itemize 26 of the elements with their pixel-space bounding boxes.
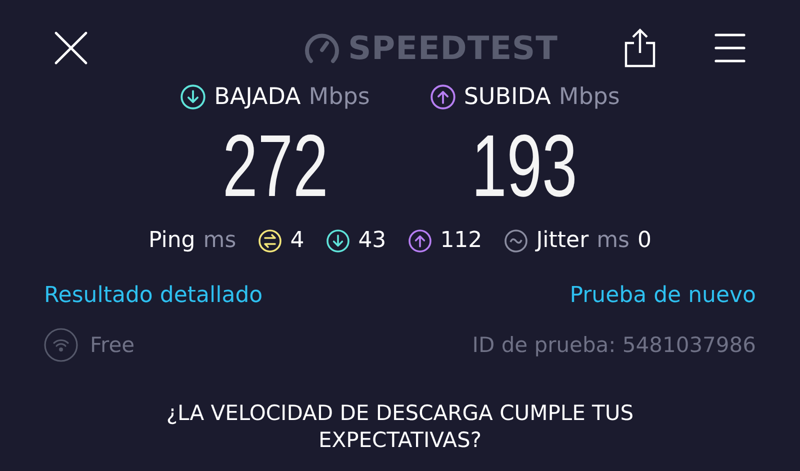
result-label: SUBIDA bbox=[464, 84, 551, 110]
jitter-value: 0 bbox=[638, 228, 652, 253]
share-icon[interactable] bbox=[624, 28, 656, 68]
close-icon[interactable] bbox=[54, 31, 88, 65]
test-id: ID de prueba: 5481037986 bbox=[472, 333, 756, 357]
latency-value: 112 bbox=[440, 228, 482, 253]
unit-label: Mbps bbox=[308, 84, 370, 110]
unit-label: Mbps bbox=[558, 84, 620, 110]
speed-value: 272 bbox=[222, 122, 328, 210]
text-link[interactable]: Resultado detallado bbox=[44, 283, 263, 308]
ping-label: Ping bbox=[148, 228, 196, 253]
gauge-icon bbox=[304, 32, 340, 64]
jitter-label: Jitter bbox=[536, 228, 589, 253]
network-name: Free bbox=[90, 333, 135, 357]
text-link[interactable]: Prueba de nuevo bbox=[570, 283, 756, 308]
result-label: BAJADA bbox=[214, 84, 301, 110]
speedtest-logo-text: SPEEDTEST bbox=[348, 29, 558, 67]
speed-value: 193 bbox=[472, 122, 578, 210]
wifi-icon bbox=[44, 328, 78, 362]
jitter-wave-icon bbox=[504, 228, 528, 252]
latency-value: 4 bbox=[290, 228, 304, 253]
latency-value: 43 bbox=[358, 228, 386, 253]
unit-label: ms bbox=[203, 228, 236, 253]
unit-label: ms bbox=[596, 228, 630, 253]
menu-icon[interactable] bbox=[714, 32, 746, 64]
survey-question: ¿LA VELOCIDAD DE DESCARGA CUMPLE TUS EXPECTATIVAS? bbox=[165, 400, 635, 454]
